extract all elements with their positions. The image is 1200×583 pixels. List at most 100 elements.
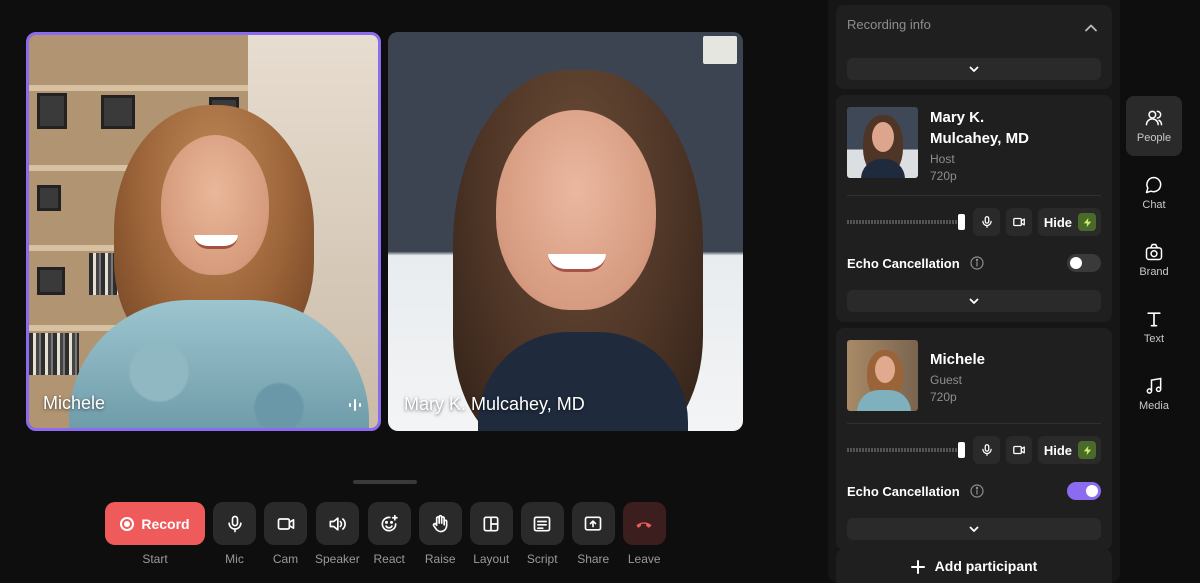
volume-slider-handle[interactable] xyxy=(958,442,965,458)
script-tool: Script xyxy=(520,502,564,566)
lightning-icon xyxy=(1078,213,1096,231)
recording-info-expand-button[interactable] xyxy=(847,58,1101,80)
rail-item-brand[interactable]: Brand xyxy=(1126,230,1182,290)
echo-cancellation-label: Echo Cancellation xyxy=(847,483,960,499)
chevron-down-icon xyxy=(969,298,979,304)
chat-icon xyxy=(1145,176,1162,194)
side-rail: People Chat Brand Text Media xyxy=(1126,96,1182,424)
speaker-icon xyxy=(329,516,347,531)
layout-tool: Layout xyxy=(469,502,513,566)
script-button[interactable] xyxy=(520,502,564,545)
raise-tool: Raise xyxy=(418,502,462,566)
camera-icon xyxy=(277,517,294,530)
record-button[interactable]: Record xyxy=(105,502,205,545)
raise-label: Raise xyxy=(424,552,456,566)
brand-icon xyxy=(1145,243,1163,261)
layout-button[interactable] xyxy=(469,502,513,545)
chevron-up-icon[interactable] xyxy=(1084,21,1098,35)
video-tile-michele[interactable]: Michele xyxy=(26,32,381,431)
text-icon xyxy=(1147,312,1161,327)
microphone-icon xyxy=(981,216,992,228)
participant-resolution: 720p xyxy=(930,390,957,404)
leave-label: Leave xyxy=(627,552,661,566)
participant-thumbnail xyxy=(847,107,918,178)
emoji-add-icon xyxy=(381,514,398,532)
chevron-down-icon xyxy=(969,66,979,72)
info-icon[interactable] xyxy=(970,256,984,270)
camera-icon xyxy=(1012,217,1025,227)
raise-hand-button[interactable] xyxy=(418,502,462,545)
chevron-down-icon xyxy=(969,526,979,532)
participant-mic-button[interactable] xyxy=(973,208,1000,236)
participant-cam-button[interactable] xyxy=(1005,208,1032,236)
share-label: Share xyxy=(577,552,610,566)
echo-cancellation-row: Echo Cancellation xyxy=(847,464,1101,518)
share-screen-button[interactable] xyxy=(571,502,615,545)
video-tile-mary[interactable]: Mary K. Mulcahey, MD xyxy=(388,32,743,431)
react-tool: React xyxy=(367,502,411,566)
drag-handle[interactable] xyxy=(353,480,417,484)
participant-name-line2: Mulcahey, MD xyxy=(930,130,1029,147)
rail-label: People xyxy=(1136,132,1172,144)
participant-expand-button[interactable] xyxy=(847,518,1101,540)
participant-mic-button[interactable] xyxy=(973,436,1000,464)
react-button[interactable] xyxy=(367,502,411,545)
participant-header: Michele Guest 720p xyxy=(847,340,1101,424)
recording-info-card: Recording info xyxy=(836,5,1112,89)
mic-tool: Mic xyxy=(213,502,256,566)
people-panel: Recording info Mary K. Mulcahey, MD Host… xyxy=(828,0,1120,583)
leave-call-button[interactable] xyxy=(622,502,666,545)
participant-controls: Hide xyxy=(847,196,1101,236)
participant-role: Host xyxy=(930,152,955,166)
participant-name: Michele xyxy=(930,351,986,368)
volume-slider[interactable] xyxy=(847,214,965,230)
participant-header: Mary K. Mulcahey, MD Host 720p xyxy=(847,107,1101,196)
speaker-button[interactable] xyxy=(315,502,359,545)
participant-controls: Hide xyxy=(847,424,1101,464)
cam-button[interactable] xyxy=(264,502,307,545)
share-screen-icon xyxy=(584,516,602,531)
script-label: Script xyxy=(526,552,558,566)
echo-cancellation-row: Echo Cancellation xyxy=(847,236,1101,290)
camera-icon xyxy=(1012,445,1025,455)
participant-role: Guest xyxy=(930,373,963,387)
record-icon xyxy=(120,516,135,531)
microphone-icon xyxy=(981,444,992,456)
rail-item-chat[interactable]: Chat xyxy=(1126,163,1182,223)
record-tool: Record Start xyxy=(105,502,205,566)
layout-label: Layout xyxy=(473,552,510,566)
script-icon xyxy=(533,516,551,531)
add-participant-button[interactable]: Add participant xyxy=(836,549,1112,583)
hide-participant-button[interactable]: Hide xyxy=(1037,208,1101,236)
lightning-icon xyxy=(1078,441,1096,459)
share-tool: Share xyxy=(571,502,615,566)
record-label: Record xyxy=(141,515,190,532)
rail-item-text[interactable]: Text xyxy=(1126,297,1182,357)
mic-label: Mic xyxy=(225,552,244,566)
leave-tool: Leave xyxy=(622,502,666,566)
call-toolbar: Record Start Mic Cam Speaker React Raise… xyxy=(105,502,666,566)
layout-icon xyxy=(483,516,499,531)
music-note-icon xyxy=(1146,377,1162,394)
participant-name-label: Mary K. Mulcahey, MD xyxy=(404,394,585,414)
echo-cancellation-toggle[interactable] xyxy=(1067,482,1101,500)
hand-icon xyxy=(432,514,448,532)
hide-participant-button[interactable]: Hide xyxy=(1037,436,1101,464)
participant-resolution: 720p xyxy=(930,169,957,183)
add-participant-label: Add participant xyxy=(934,558,1038,574)
rail-item-people[interactable]: People xyxy=(1126,96,1182,156)
info-icon[interactable] xyxy=(970,484,984,498)
rail-item-media[interactable]: Media xyxy=(1126,364,1182,424)
participant-card-michele: Michele Guest 720p Hide Echo Cancellatio… xyxy=(836,328,1112,550)
participant-expand-button[interactable] xyxy=(847,290,1101,312)
echo-cancellation-toggle[interactable] xyxy=(1067,254,1101,272)
volume-slider-handle[interactable] xyxy=(958,214,965,230)
volume-slider[interactable] xyxy=(847,442,965,458)
video-feed xyxy=(388,32,743,431)
rail-label: Brand xyxy=(1139,266,1169,278)
participant-cam-button[interactable] xyxy=(1005,436,1032,464)
rail-label: Chat xyxy=(1142,199,1166,211)
mic-button[interactable] xyxy=(213,502,256,545)
start-label: Start xyxy=(142,552,168,566)
recording-info-title: Recording info xyxy=(847,17,931,32)
